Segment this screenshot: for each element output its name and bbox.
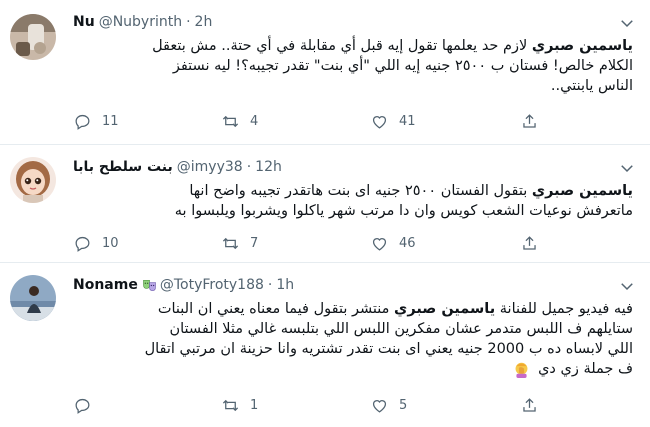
user-handle[interactable]: @Nubyrinth <box>99 14 182 30</box>
reply-button[interactable] <box>73 395 102 415</box>
tweet-2[interactable]: بنت سلطح بابا @imyy38 · 12h ياسمين صبري … <box>0 145 650 263</box>
reply-count: 10 <box>102 235 119 251</box>
mention-link[interactable]: ياسمين صبري <box>394 301 495 317</box>
retweet-count: 1 <box>250 397 259 413</box>
heart-icon <box>372 115 387 129</box>
tweet-line: الكلام خالص! فستان ب ٢٥٠٠ جنيه إيه اللي … <box>172 58 633 74</box>
like-count: 41 <box>399 113 416 129</box>
tweet-line: ياسمين صبري بتقول الفستان ٢٥٠٠ جنيه اى ب… <box>73 181 633 201</box>
retweet-button[interactable]: 1 <box>221 395 258 415</box>
tweet-lead-text: فيه فيديو جميل للفنانة <box>499 301 633 317</box>
user-handle[interactable]: @TotyFroty188 <box>160 277 264 293</box>
avatar[interactable] <box>10 157 56 203</box>
like-button[interactable]: 41 <box>370 111 416 131</box>
like-button[interactable]: 46 <box>370 233 416 253</box>
tweet-text: ياسمين صبري لازم حد يعلمها تقول إيه قبل … <box>73 36 633 96</box>
timestamp[interactable]: 1h <box>276 277 294 293</box>
avatar[interactable] <box>10 275 56 321</box>
retweet-count: 7 <box>250 235 259 251</box>
reply-count: 11 <box>102 113 119 129</box>
mention-link[interactable]: ياسمين صبري <box>532 183 633 199</box>
tweet-line-text: بتقول الفستان ٢٥٠٠ جنيه اى بنت هاتقدر تج… <box>189 183 528 199</box>
retweet-count: 4 <box>250 113 259 129</box>
share-icon <box>523 113 536 128</box>
reply-button[interactable]: 10 <box>73 233 119 253</box>
tweet-1[interactable]: Nu @Nubyrinth · 2h ياسمين صبري لازم حد ي… <box>0 0 650 145</box>
share-button[interactable] <box>520 233 549 253</box>
tweet-line-text: منتشر بتقول فيما معناه يعني ان البنات <box>157 301 390 317</box>
share-icon <box>523 235 536 250</box>
retweet-button[interactable]: 7 <box>221 233 258 253</box>
tweet-text: ياسمين صبري بتقول الفستان ٢٥٠٠ جنيه اى ب… <box>73 181 633 221</box>
tweet-line: ياسمين صبري لازم حد يعلمها تقول إيه قبل … <box>73 36 633 56</box>
tweet-line: ستايلهم ف اللبس متدمر عشان مفكرين اللبس … <box>169 321 633 337</box>
separator-dot: · <box>186 14 191 30</box>
share-button[interactable] <box>520 111 549 131</box>
retweet-icon <box>222 399 239 411</box>
heart-icon <box>372 237 387 251</box>
tweet-line: ماتعرفش نوعيات الشعب كويس وان دا مرتب شه… <box>174 203 633 219</box>
tweet-line-text: ف جملة زي دي <box>538 361 633 377</box>
retweet-icon <box>222 237 239 249</box>
display-name[interactable]: Nu <box>73 14 95 30</box>
mention-link[interactable]: ياسمين صبري <box>532 38 633 54</box>
avatar[interactable] <box>10 14 56 60</box>
share-button[interactable] <box>520 395 549 415</box>
reply-icon <box>75 236 90 252</box>
display-name[interactable]: بنت سلطح بابا <box>73 159 173 175</box>
retweet-icon <box>222 115 239 127</box>
performing-arts-emoji-icon <box>143 279 156 291</box>
chevron-down-icon[interactable] <box>618 159 636 177</box>
tweet-actions: 1 5 <box>73 395 543 415</box>
tweet-3[interactable]: Noname @TotyFroty188 · 1h فيه فيديو جميل… <box>0 263 650 427</box>
separator-dot: · <box>267 277 273 293</box>
user-handle[interactable]: @imyy38 <box>177 159 243 175</box>
tweet-actions: 11 4 41 <box>73 111 543 131</box>
share-icon <box>523 397 536 412</box>
like-count: 5 <box>399 397 408 413</box>
facepalm-emoji-icon <box>516 362 528 378</box>
like-button[interactable]: 5 <box>370 395 407 415</box>
separator-dot: · <box>246 159 252 175</box>
chevron-down-icon[interactable] <box>618 277 636 295</box>
timestamp[interactable]: 2h <box>195 14 213 30</box>
tweet-line: الناس يابنتي.. <box>550 78 633 94</box>
tweet-line: فيه فيديو جميل للفنانة ياسمين صبري منتشر… <box>73 299 633 319</box>
tweet-line: اللي لابساه ده ب 2000 جنيه يعني اى بنت ت… <box>144 341 633 357</box>
reply-icon <box>75 398 90 414</box>
chevron-down-icon[interactable] <box>618 14 636 32</box>
reply-button[interactable]: 11 <box>73 111 119 131</box>
tweet-line-text: لازم حد يعلمها تقول إيه قبل أي مقابلة في… <box>152 38 528 54</box>
reply-icon <box>75 114 90 130</box>
tweet-text: فيه فيديو جميل للفنانة ياسمين صبري منتشر… <box>73 299 633 379</box>
display-name[interactable]: Noname <box>73 277 138 293</box>
timestamp[interactable]: 12h <box>255 159 282 175</box>
heart-icon <box>372 399 387 413</box>
tweet-line: ف جملة زي دي <box>73 359 633 379</box>
tweet-actions: 10 7 46 <box>73 233 543 253</box>
retweet-button[interactable]: 4 <box>221 111 258 131</box>
like-count: 46 <box>399 235 416 251</box>
